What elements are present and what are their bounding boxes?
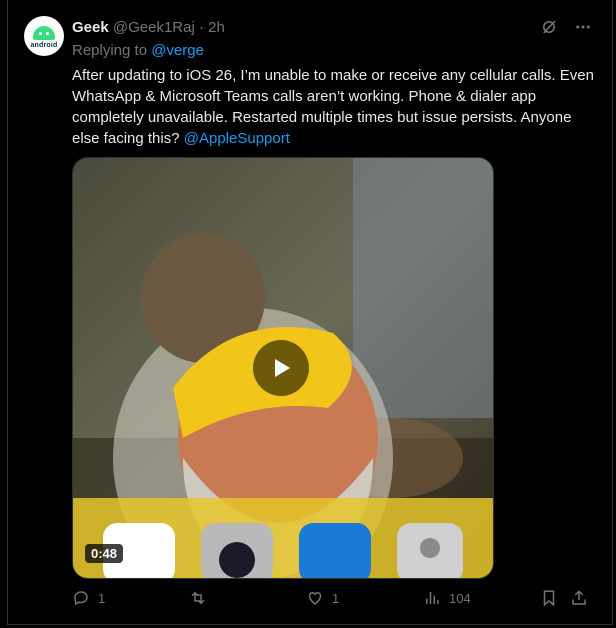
bookmark-icon [543, 590, 555, 607]
avatar[interactable]: android [24, 16, 64, 56]
timestamp[interactable]: 2h [208, 19, 225, 36]
reply-icon [74, 591, 88, 606]
repost-icon [191, 591, 205, 605]
views-count: 104 [449, 590, 471, 606]
bookmark-button[interactable] [540, 589, 558, 607]
tweet-text: After updating to iOS 26, I’m unable to … [72, 65, 597, 149]
android-robot-icon [33, 25, 55, 40]
play-button[interactable] [253, 340, 309, 396]
tweet-header: Geek @Geek1Raj · 2h [72, 19, 225, 37]
play-icon [275, 359, 290, 377]
body-mention[interactable]: @AppleSupport [184, 130, 290, 147]
reply-count: 1 [98, 590, 106, 606]
share-button[interactable] [570, 589, 588, 607]
separator-dot: · [198, 19, 204, 36]
video-player[interactable]: 0:48 [72, 157, 494, 579]
like-icon [308, 591, 322, 605]
reply-button[interactable]: 1 [72, 589, 105, 607]
grok-icon[interactable] [540, 18, 558, 36]
top-actions [540, 18, 592, 36]
replying-prefix: Replying to [72, 42, 148, 59]
replying-mention[interactable]: @verge [151, 42, 204, 59]
tweet-body: After updating to iOS 26, I’m unable to … [72, 67, 594, 147]
tweet-actions: 1 1 104 [72, 589, 592, 611]
replying-to: Replying to @verge [72, 42, 204, 59]
author-name[interactable]: Geek [72, 19, 109, 36]
views-icon [426, 592, 439, 604]
author-handle[interactable]: @Geek1Raj [113, 19, 195, 36]
like-button[interactable]: 1 [306, 589, 339, 607]
avatar-label: android [30, 41, 58, 49]
like-count: 1 [332, 590, 340, 606]
views-button[interactable]: 104 [423, 589, 471, 607]
repost-button[interactable] [189, 589, 215, 607]
share-icon [572, 590, 586, 605]
more-icon[interactable] [574, 18, 592, 36]
video-duration: 0:48 [85, 544, 124, 563]
